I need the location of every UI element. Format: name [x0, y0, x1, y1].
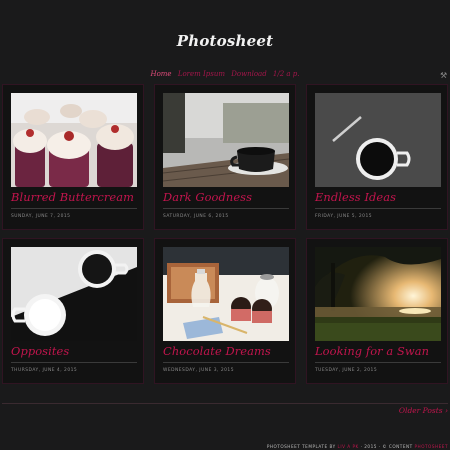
post-card: Opposites THURSDAY, JUNE 4, 2015: [2, 238, 144, 384]
divider: [163, 208, 289, 209]
nav-item-page[interactable]: 1/2 a p.: [273, 70, 300, 78]
post-thumbnail-cups-opposites[interactable]: [11, 247, 137, 341]
post-title[interactable]: Dark Goodness: [163, 190, 297, 204]
divider: [315, 208, 441, 209]
footer-divider: [2, 403, 448, 404]
footer-credits: PHOTOSHEET TEMPLATE BY LIV A PK · 2015 ·…: [267, 444, 448, 449]
post-card: Endless Ideas FRIDAY, JUNE 5, 2015: [306, 84, 448, 230]
divider: [11, 362, 137, 363]
post-thumbnail-cupcakes[interactable]: [11, 93, 137, 187]
post-title[interactable]: Blurred Buttercream: [11, 190, 145, 204]
nav-item-lorem-ipsum[interactable]: Lorem Ipsum: [178, 70, 225, 78]
post-title[interactable]: Looking for a Swan: [315, 344, 449, 358]
divider: [163, 362, 289, 363]
post-thumbnail-sunset-lake[interactable]: [315, 247, 441, 341]
post-thumbnail-coffee-pen[interactable]: [315, 93, 441, 187]
main-nav: Home Lorem Ipsum Download 1/2 a p.: [0, 70, 450, 78]
post-date: SATURDAY, JUNE 6, 2015: [163, 214, 229, 219]
post-card: Looking for a Swan TUESDAY, JUNE 2, 2015: [306, 238, 448, 384]
nav-item-home[interactable]: Home: [150, 70, 171, 78]
post-date: THURSDAY, JUNE 4, 2015: [11, 368, 78, 373]
post-thumbnail-chocolate-muffins[interactable]: [163, 247, 289, 341]
post-title[interactable]: Opposites: [11, 344, 145, 358]
post-card: Blurred Buttercream SUNDAY, JUNE 7, 2015: [2, 84, 144, 230]
post-title[interactable]: Chocolate Dreams: [163, 344, 297, 358]
nav-item-download[interactable]: Download: [231, 70, 266, 78]
divider: [315, 362, 441, 363]
post-date: FRIDAY, JUNE 5, 2015: [315, 214, 373, 219]
older-posts-link[interactable]: Older Posts ›: [399, 406, 448, 415]
post-date: TUESDAY, JUNE 2, 2015: [315, 368, 378, 373]
post-card: Dark Goodness SATURDAY, JUNE 6, 2015: [154, 84, 296, 230]
post-title[interactable]: Endless Ideas: [315, 190, 449, 204]
post-thumbnail-coffee-cafe[interactable]: [163, 93, 289, 187]
footer-year-text: · 2015 · © CONTENT: [360, 444, 413, 449]
footer-content-link[interactable]: PHOTOSHEET: [415, 444, 448, 449]
post-date: WEDNESDAY, JUNE 3, 2015: [163, 368, 235, 373]
post-card: Chocolate Dreams WEDNESDAY, JUNE 3, 2015: [154, 238, 296, 384]
footer-template-text: PHOTOSHEET TEMPLATE BY: [266, 444, 336, 449]
tools-icon[interactable]: ⚒: [440, 72, 448, 80]
post-date: SUNDAY, JUNE 7, 2015: [11, 214, 71, 219]
site-title[interactable]: Photosheet: [0, 32, 450, 50]
footer-author-link[interactable]: LIV A PK: [338, 444, 359, 449]
divider: [11, 208, 137, 209]
